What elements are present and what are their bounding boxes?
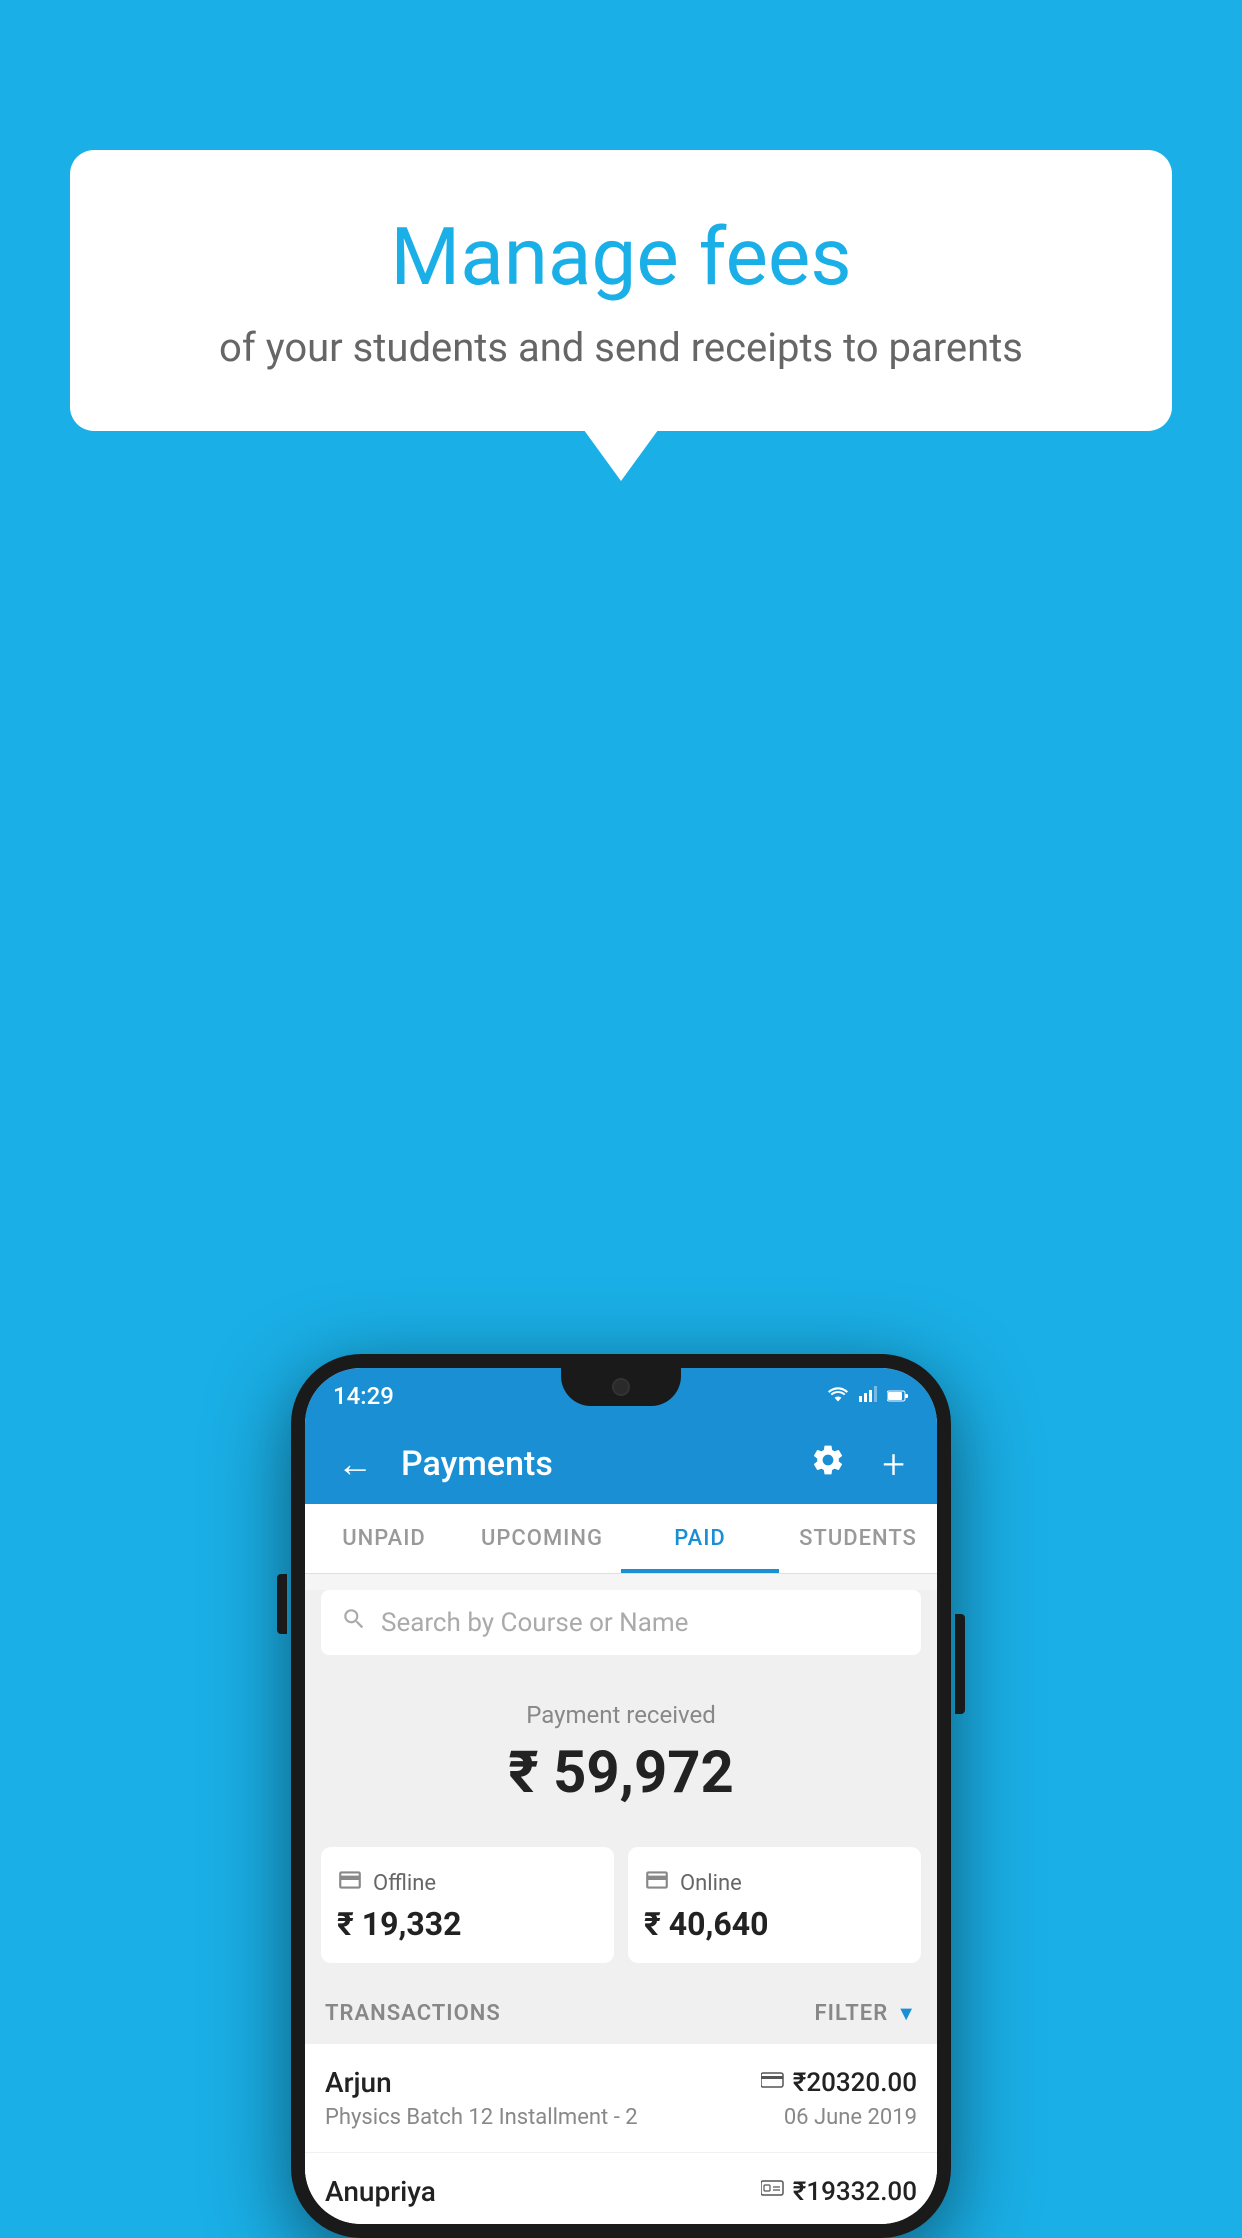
signal-icon — [859, 1386, 877, 1406]
offline-amount: ₹ 19,332 — [337, 1905, 598, 1943]
battery-icon — [887, 1387, 909, 1406]
offline-label: Offline — [373, 1871, 436, 1896]
search-icon — [341, 1606, 367, 1639]
tx-amount-wrap-2: ₹19332.00 — [761, 2177, 917, 2207]
tab-paid[interactable]: PAID — [621, 1504, 779, 1573]
tab-bar: UNPAID UPCOMING PAID STUDENTS — [305, 1504, 937, 1574]
tx-amount-wrap: ₹20320.00 — [761, 2068, 917, 2098]
wifi-icon — [827, 1386, 849, 1406]
transaction-row[interactable]: Arjun ₹20320.00 Physics — [305, 2044, 937, 2153]
tab-students[interactable]: STUDENTS — [779, 1504, 937, 1573]
offline-card-header: Offline — [337, 1867, 598, 1899]
payment-summary: Payment received ₹ 59,972 — [305, 1671, 937, 1847]
bubble-title: Manage fees — [150, 210, 1092, 304]
phone-notch — [561, 1368, 681, 1406]
main-content: Search by Course or Name Payment receive… — [305, 1590, 937, 2224]
settings-button[interactable] — [802, 1434, 854, 1494]
app-title: Payments — [401, 1444, 782, 1484]
online-label: Online — [680, 1871, 742, 1896]
tx-cash-icon — [761, 2179, 785, 2204]
transaction-row-partial[interactable]: Anupriya ₹19332.00 — [305, 2153, 937, 2224]
filter-icon: ▼ — [896, 2001, 917, 2026]
tx-top-row-2: Anupriya ₹19332.00 — [325, 2175, 917, 2208]
notch-camera — [612, 1378, 630, 1396]
online-icon — [644, 1867, 670, 1899]
speech-bubble: Manage fees of your students and send re… — [70, 150, 1172, 431]
speech-bubble-container: Manage fees of your students and send re… — [70, 150, 1172, 431]
tx-amount-2: ₹19332.00 — [793, 2177, 917, 2207]
search-bar[interactable]: Search by Course or Name — [321, 1590, 921, 1655]
tx-amount: ₹20320.00 — [793, 2068, 917, 2098]
payment-received-label: Payment received — [325, 1701, 917, 1729]
tx-name-2: Anupriya — [325, 2175, 436, 2208]
add-button[interactable]: + — [874, 1433, 913, 1496]
phone-outer-shell: 14:29 — [291, 1354, 951, 2238]
payment-total-amount: ₹ 59,972 — [325, 1739, 917, 1807]
search-placeholder: Search by Course or Name — [381, 1608, 688, 1638]
tx-bottom-row: Physics Batch 12 Installment - 2 06 June… — [325, 2105, 917, 2130]
phone-screen: 14:29 — [305, 1368, 937, 2224]
app-bar: ← Payments + — [305, 1424, 937, 1504]
status-time: 14:29 — [333, 1382, 394, 1410]
tx-name: Arjun — [325, 2066, 392, 2099]
tx-course: Physics Batch 12 Installment - 2 — [325, 2105, 638, 2130]
tx-payment-icon — [761, 2070, 785, 2095]
transactions-label: TRANSACTIONS — [325, 2001, 501, 2026]
transactions-header: TRANSACTIONS FILTER ▼ — [305, 1983, 937, 2044]
tab-upcoming[interactable]: UPCOMING — [463, 1504, 621, 1573]
bubble-subtitle: of your students and send receipts to pa… — [150, 324, 1092, 371]
online-amount: ₹ 40,640 — [644, 1905, 905, 1943]
tx-date: 06 June 2019 — [784, 2105, 917, 2130]
offline-icon — [337, 1867, 363, 1899]
back-button[interactable]: ← — [329, 1435, 381, 1493]
online-payment-card: Online ₹ 40,640 — [628, 1847, 921, 1963]
phone-device: 14:29 — [291, 1354, 951, 2238]
filter-button[interactable]: FILTER ▼ — [815, 2001, 917, 2026]
online-card-header: Online — [644, 1867, 905, 1899]
status-icons — [827, 1386, 909, 1406]
payment-cards: Offline ₹ 19,332 Online — [305, 1847, 937, 1983]
tab-unpaid[interactable]: UNPAID — [305, 1504, 463, 1573]
tx-top-row: Arjun ₹20320.00 — [325, 2066, 917, 2099]
offline-payment-card: Offline ₹ 19,332 — [321, 1847, 614, 1963]
